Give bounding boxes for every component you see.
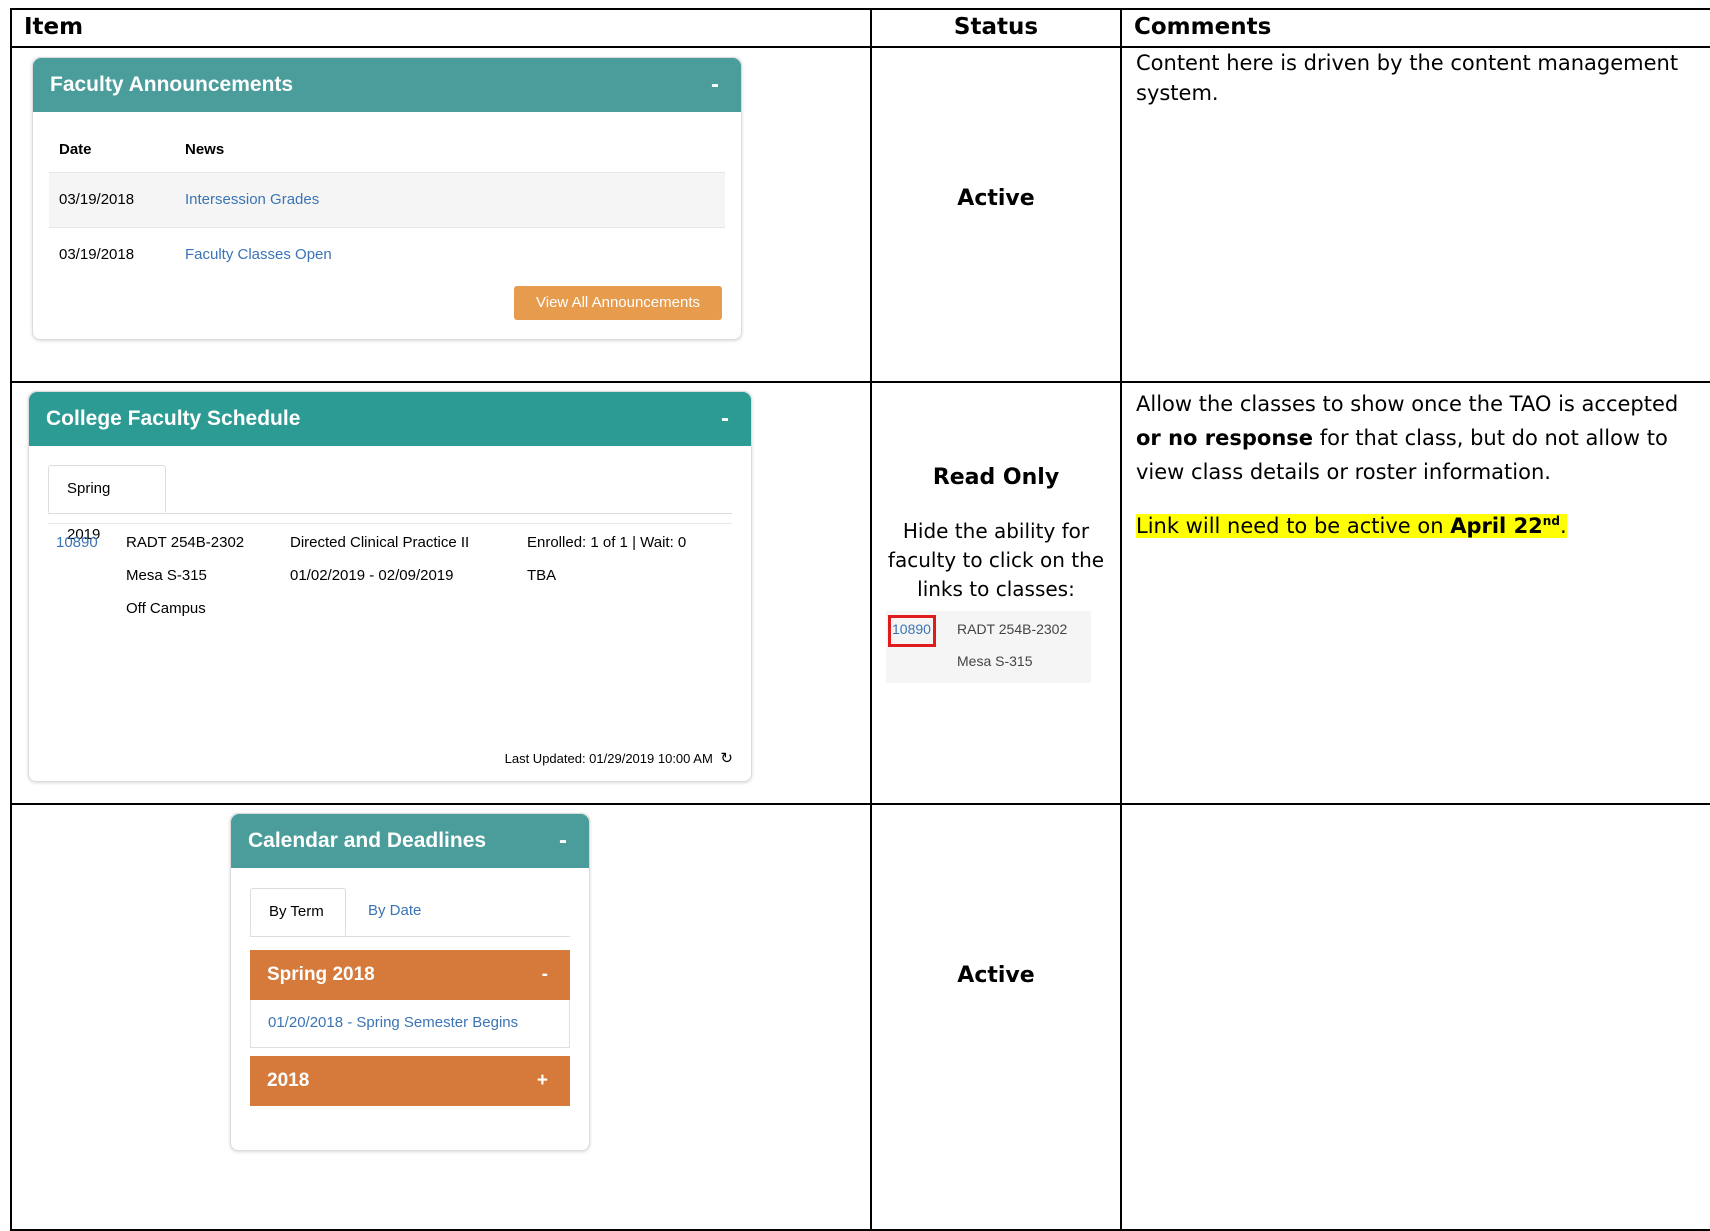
accordion-label: Spring 2018 — [267, 964, 375, 985]
enrollment-status: Enrolled: 1 of 1 | Wait: 0 — [527, 534, 687, 551]
comment-part: Allow the classes to show once the TAO i… — [1136, 392, 1679, 416]
header-comments: Comments — [1120, 8, 1710, 48]
widget-title: Calendar and Deadlines — [248, 829, 487, 852]
status-cell: Active — [870, 46, 1122, 383]
screenshot-snippet: 10890 RADT 254B-2302 Mesa S-315 — [886, 611, 1091, 683]
status-label: Active — [957, 186, 1035, 211]
item-cell: College Faculty Schedule - Spring 2019 1… — [10, 381, 872, 805]
highlighted-note: Link will need to be active on April 22n… — [1122, 503, 1710, 545]
table-row: 03/19/2018 Intersession Grades — [49, 172, 725, 227]
accordion-2018[interactable]: 2018 + — [250, 1056, 570, 1106]
calendar-deadlines-widget: Calendar and Deadlines - By Term By Date… — [230, 813, 590, 1151]
collapse-button[interactable]: - — [559, 814, 567, 868]
comment-bold: or no response — [1136, 426, 1314, 450]
faculty-announcements-widget: Faculty Announcements - Date News 03/19/… — [32, 57, 742, 340]
widget-header: College Faculty Schedule - — [29, 392, 751, 446]
room: Mesa S-315 — [126, 567, 207, 584]
tab-spring-2019[interactable]: Spring 2019 — [48, 465, 166, 543]
status-label: Read Only — [932, 465, 1060, 490]
class-crn-link[interactable]: 10890 — [56, 534, 98, 551]
widget-title: Faculty Announcements — [50, 73, 294, 96]
tab-by-date[interactable]: By Date — [350, 888, 439, 936]
highlight-part: . — [1559, 514, 1567, 538]
tab-by-term[interactable]: By Term — [250, 888, 346, 936]
status-note: Hide the ability for faculty to click on… — [887, 519, 1105, 601]
accordion-toggle[interactable]: - — [542, 950, 548, 1000]
course-code: RADT 254B-2302 — [126, 534, 245, 551]
table-row: Calendar and Deadlines - By Term By Date… — [10, 803, 1710, 1231]
announcement-link[interactable]: Faculty Classes Open — [185, 228, 332, 282]
announcement-date: 03/19/2018 — [59, 246, 135, 263]
column-header-date: Date — [59, 141, 92, 158]
last-updated-text: Last Updated: 01/29/2019 10:00 AM — [504, 751, 713, 766]
status-cell: Active — [870, 803, 1122, 1231]
calendar-entry-link[interactable]: 01/20/2018 - Spring Semester Begins — [268, 1014, 518, 1031]
accordion-toggle[interactable]: + — [537, 1056, 548, 1106]
header-status: Status — [870, 8, 1122, 48]
header-item: Item — [10, 8, 872, 48]
highlight-text: Link will need to be active on April 22n… — [1136, 514, 1567, 538]
last-updated: Last Updated: 01/29/2019 10:00 AM ↻ — [505, 749, 733, 767]
item-cell: Faculty Announcements - Date News 03/19/… — [10, 46, 872, 383]
announcement-date: 03/19/2018 — [59, 191, 135, 208]
item-cell: Calendar and Deadlines - By Term By Date… — [10, 803, 872, 1231]
term-tabs: Spring 2019 — [48, 465, 732, 543]
column-header-news: News — [185, 141, 225, 158]
announcements-table: Date News 03/19/2018 Intersession Grades… — [49, 128, 725, 282]
snippet-course: RADT 254B-2302 — [957, 621, 1068, 637]
collapse-button[interactable]: - — [711, 58, 719, 112]
schedule-list: 10890 RADT 254B-2302 Directed Clinical P… — [48, 523, 732, 617]
accordion-spring-2018[interactable]: Spring 2018 - — [250, 950, 570, 1000]
table-row: College Faculty Schedule - Spring 2019 1… — [10, 381, 1710, 805]
widget-header: Faculty Announcements - — [33, 58, 741, 112]
comment-text: Content here is driven by the content ma… — [1136, 51, 1679, 105]
table-row: 03/19/2018 Faculty Classes Open — [49, 227, 725, 282]
table-row: Faculty Announcements - Date News 03/19/… — [10, 46, 1710, 383]
accordion-label: 2018 — [267, 1070, 310, 1091]
widget-header: Calendar and Deadlines - — [231, 814, 589, 868]
course-title: Directed Clinical Practice II — [290, 534, 470, 551]
college-faculty-schedule-widget: College Faculty Schedule - Spring 2019 1… — [28, 391, 752, 782]
snippet-room: Mesa S-315 — [957, 653, 1033, 669]
comment-text: Allow the classes to show once the TAO i… — [1122, 387, 1710, 489]
highlight-part: Link will need to be active on — [1136, 514, 1451, 538]
highlight-bold: April 22 — [1450, 514, 1543, 538]
view-all-announcements-button[interactable]: View All Announcements — [514, 286, 722, 320]
comments-cell: Content here is driven by the content ma… — [1120, 46, 1710, 383]
calendar-tabs: By Term By Date — [250, 888, 570, 937]
meeting-time: TBA — [527, 567, 557, 584]
snippet-crn: 10890 — [892, 621, 931, 637]
comments-cell: Allow the classes to show once the TAO i… — [1120, 381, 1710, 805]
widget-title: College Faculty Schedule — [46, 407, 301, 430]
status-label: Active — [957, 963, 1035, 988]
date-range: 01/02/2019 - 02/09/2019 — [290, 567, 454, 584]
announcement-link[interactable]: Intersession Grades — [185, 173, 319, 227]
collapse-button[interactable]: - — [721, 392, 729, 446]
review-table: Item Status Comments Faculty Announcemen… — [10, 8, 1710, 1231]
highlight-sup: nd — [1542, 514, 1560, 528]
comments-cell — [1120, 803, 1710, 1231]
status-cell: Read Only Hide the ability for faculty t… — [870, 381, 1122, 805]
announcements-header: Date News — [49, 128, 725, 172]
location: Off Campus — [126, 600, 206, 617]
accordion-body: 01/20/2018 - Spring Semester Begins — [250, 1000, 570, 1048]
refresh-icon[interactable]: ↻ — [720, 750, 733, 767]
